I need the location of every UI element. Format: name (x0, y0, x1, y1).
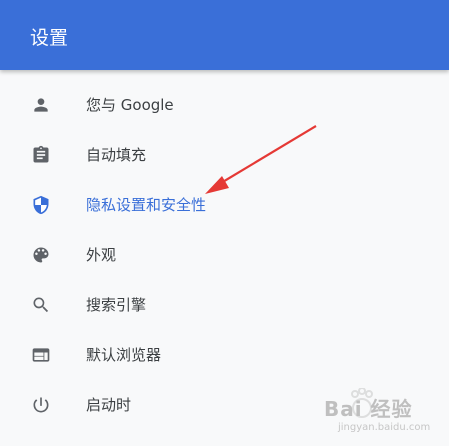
settings-menu: 您与 Google 自动填充 隐私设置和安全性 外观 搜索引擎 默认浏览器 启动… (0, 80, 449, 430)
watermark-url: jingyan.baidu.com (338, 422, 431, 433)
page-title: 设置 (30, 27, 69, 49)
menu-item-label: 外观 (86, 246, 117, 264)
menu-item-label: 默认浏览器 (86, 346, 162, 364)
search-icon (31, 295, 51, 315)
watermark-text: Bai 经验 (324, 397, 413, 421)
menu-item-you-and-google[interactable]: 您与 Google (0, 80, 449, 130)
clipboard-icon (31, 145, 51, 165)
browser-window-icon (31, 345, 51, 365)
palette-icon (31, 245, 51, 265)
menu-item-label: 您与 Google (86, 96, 174, 114)
menu-item-default-browser[interactable]: 默认浏览器 (0, 330, 449, 380)
power-icon (31, 395, 51, 415)
menu-item-label: 启动时 (86, 396, 132, 414)
menu-item-appearance[interactable]: 外观 (0, 230, 449, 280)
person-icon (31, 95, 51, 115)
menu-item-label: 搜索引擎 (86, 296, 147, 314)
settings-header: 设置 (0, 0, 449, 70)
menu-item-label: 隐私设置和安全性 (86, 196, 207, 214)
menu-item-search-engine[interactable]: 搜索引擎 (0, 280, 449, 330)
menu-item-autofill[interactable]: 自动填充 (0, 130, 449, 180)
menu-item-privacy-security[interactable]: 隐私设置和安全性 (0, 180, 449, 230)
shield-icon (31, 195, 51, 215)
menu-item-label: 自动填充 (86, 146, 147, 164)
